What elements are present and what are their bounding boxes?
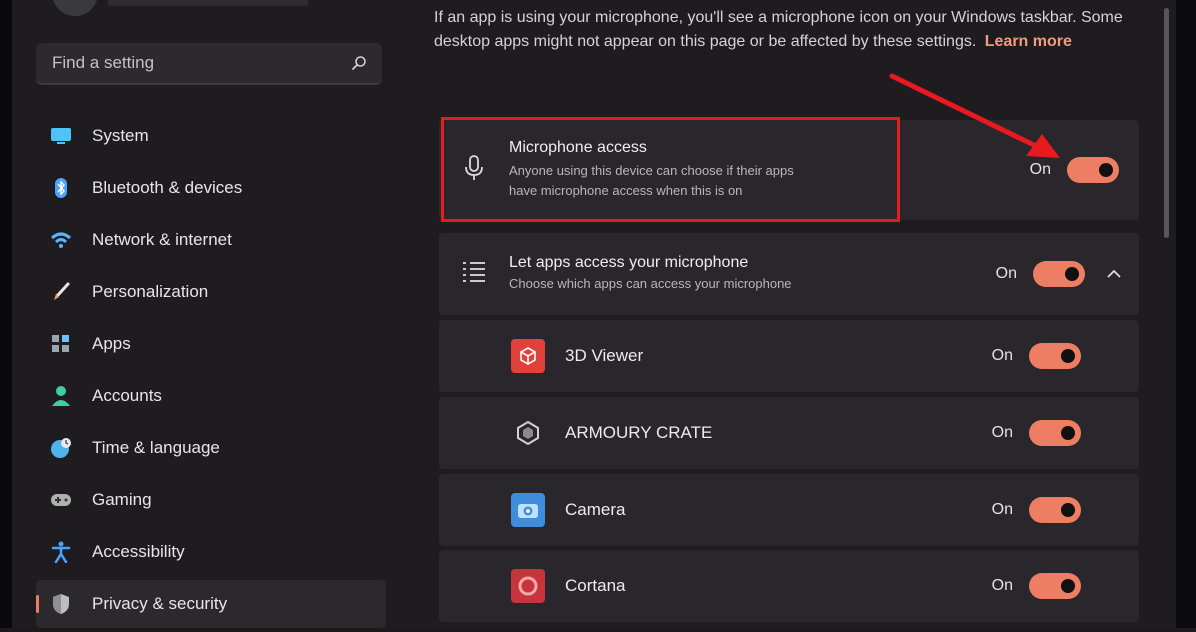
sidebar-nav: System Bluetooth & devices Network & int… — [36, 112, 386, 632]
sidebar-item-personalization[interactable]: Personalization — [36, 268, 386, 316]
list-icon — [462, 261, 486, 288]
toggle-state-label: On — [991, 347, 1013, 364]
toggle-state-label: On — [995, 265, 1017, 282]
sidebar-item-accounts[interactable]: Accounts — [36, 372, 386, 420]
sidebar-item-label: Gaming — [92, 490, 152, 509]
sidebar-item-label: Time & language — [92, 438, 220, 457]
app-name: Cortana — [565, 576, 626, 595]
sidebar-item-label: Bluetooth & devices — [92, 178, 243, 197]
user-name-cropped — [108, 0, 308, 6]
learn-more-link[interactable]: Learn more — [985, 33, 1072, 50]
toggle-knob — [1099, 163, 1113, 177]
setting-title: Let apps access your microphone — [509, 254, 749, 271]
sidebar-item-label: Personalization — [92, 282, 209, 301]
sidebar-item-label: Apps — [92, 334, 131, 353]
setting-subtitle: Choose which apps can access your microp… — [509, 276, 792, 291]
search-icon[interactable] — [350, 54, 368, 72]
window-right-edge — [1176, 0, 1196, 628]
paintbrush-icon — [50, 281, 72, 303]
sidebar-item-gaming[interactable]: Gaming — [36, 476, 386, 524]
microphone-access-setting: Microphone access Anyone using this devi… — [439, 120, 1139, 220]
app-row-cortana: Cortana On — [439, 550, 1139, 622]
apps-icon — [50, 333, 72, 355]
app-toggle-armoury-crate[interactable] — [1029, 420, 1081, 446]
toggle-knob — [1065, 267, 1079, 281]
scrollbar-thumb[interactable] — [1164, 8, 1169, 238]
toggle-knob — [1061, 349, 1075, 363]
microphone-icon — [465, 154, 483, 186]
window-left-edge — [0, 0, 12, 628]
app-row-camera: Camera On — [439, 474, 1139, 546]
shield-icon — [50, 593, 72, 615]
app-toggle-3d-viewer[interactable] — [1029, 343, 1081, 369]
sidebar-item-label: Network & internet — [92, 230, 232, 249]
microphone-access-toggle[interactable] — [1067, 157, 1119, 183]
page-description: If an app is using your microphone, you'… — [434, 6, 1134, 54]
chevron-up-icon[interactable] — [1099, 269, 1129, 279]
toggle-state-label: On — [991, 424, 1013, 441]
setting-subtitle-line1: Anyone using this device can choose if t… — [509, 163, 794, 178]
toggle-state-label: On — [991, 501, 1013, 518]
sidebar-item-system[interactable]: System — [36, 112, 386, 160]
app-name: 3D Viewer — [565, 346, 644, 365]
person-icon — [50, 385, 72, 407]
camera-icon — [511, 493, 545, 527]
toggle-knob — [1061, 503, 1075, 517]
toggle-state-label: On — [991, 577, 1013, 594]
monitor-icon — [50, 125, 72, 147]
toggle-knob — [1061, 579, 1075, 593]
app-name: Camera — [565, 500, 626, 519]
search-box[interactable] — [36, 43, 382, 85]
armoury-crate-icon — [511, 416, 545, 450]
cube-icon — [511, 339, 545, 373]
setting-title: Microphone access — [509, 139, 647, 156]
settings-window: System Bluetooth & devices Network & int… — [0, 0, 1196, 628]
sidebar-item-label: System — [92, 126, 149, 145]
sidebar-item-time-language[interactable]: Time & language — [36, 424, 386, 472]
globe-clock-icon — [50, 437, 72, 459]
sidebar-item-privacy-security[interactable]: Privacy & security — [36, 580, 386, 628]
bluetooth-icon — [50, 177, 72, 199]
sidebar-item-label: Accessibility — [92, 542, 185, 561]
wifi-icon — [50, 229, 72, 251]
gamepad-icon — [50, 489, 72, 511]
sidebar-item-label: Accounts — [92, 386, 162, 405]
sidebar-item-accessibility[interactable]: Accessibility — [36, 528, 386, 576]
sidebar-item-bluetooth-devices[interactable]: Bluetooth & devices — [36, 164, 386, 212]
let-apps-access-setting[interactable]: Let apps access your microphone Choose w… — [439, 233, 1139, 315]
app-row-3d-viewer: 3D Viewer On — [439, 320, 1139, 392]
app-toggle-camera[interactable] — [1029, 497, 1081, 523]
accessibility-icon — [50, 541, 72, 563]
toggle-knob — [1061, 426, 1075, 440]
search-input[interactable] — [50, 52, 350, 74]
app-toggle-cortana[interactable] — [1029, 573, 1081, 599]
toggle-state-label: On — [1029, 161, 1051, 178]
app-name: ARMOURY CRATE — [565, 423, 713, 442]
setting-subtitle-line2: have microphone access when this is on — [509, 183, 743, 198]
let-apps-access-toggle[interactable] — [1033, 261, 1085, 287]
sidebar-item-network-internet[interactable]: Network & internet — [36, 216, 386, 264]
cortana-icon — [511, 569, 545, 603]
sidebar-item-label: Privacy & security — [92, 594, 228, 613]
sidebar-item-apps[interactable]: Apps — [36, 320, 386, 368]
avatar — [52, 0, 98, 16]
app-row-armoury-crate: ARMOURY CRATE On — [439, 397, 1139, 469]
